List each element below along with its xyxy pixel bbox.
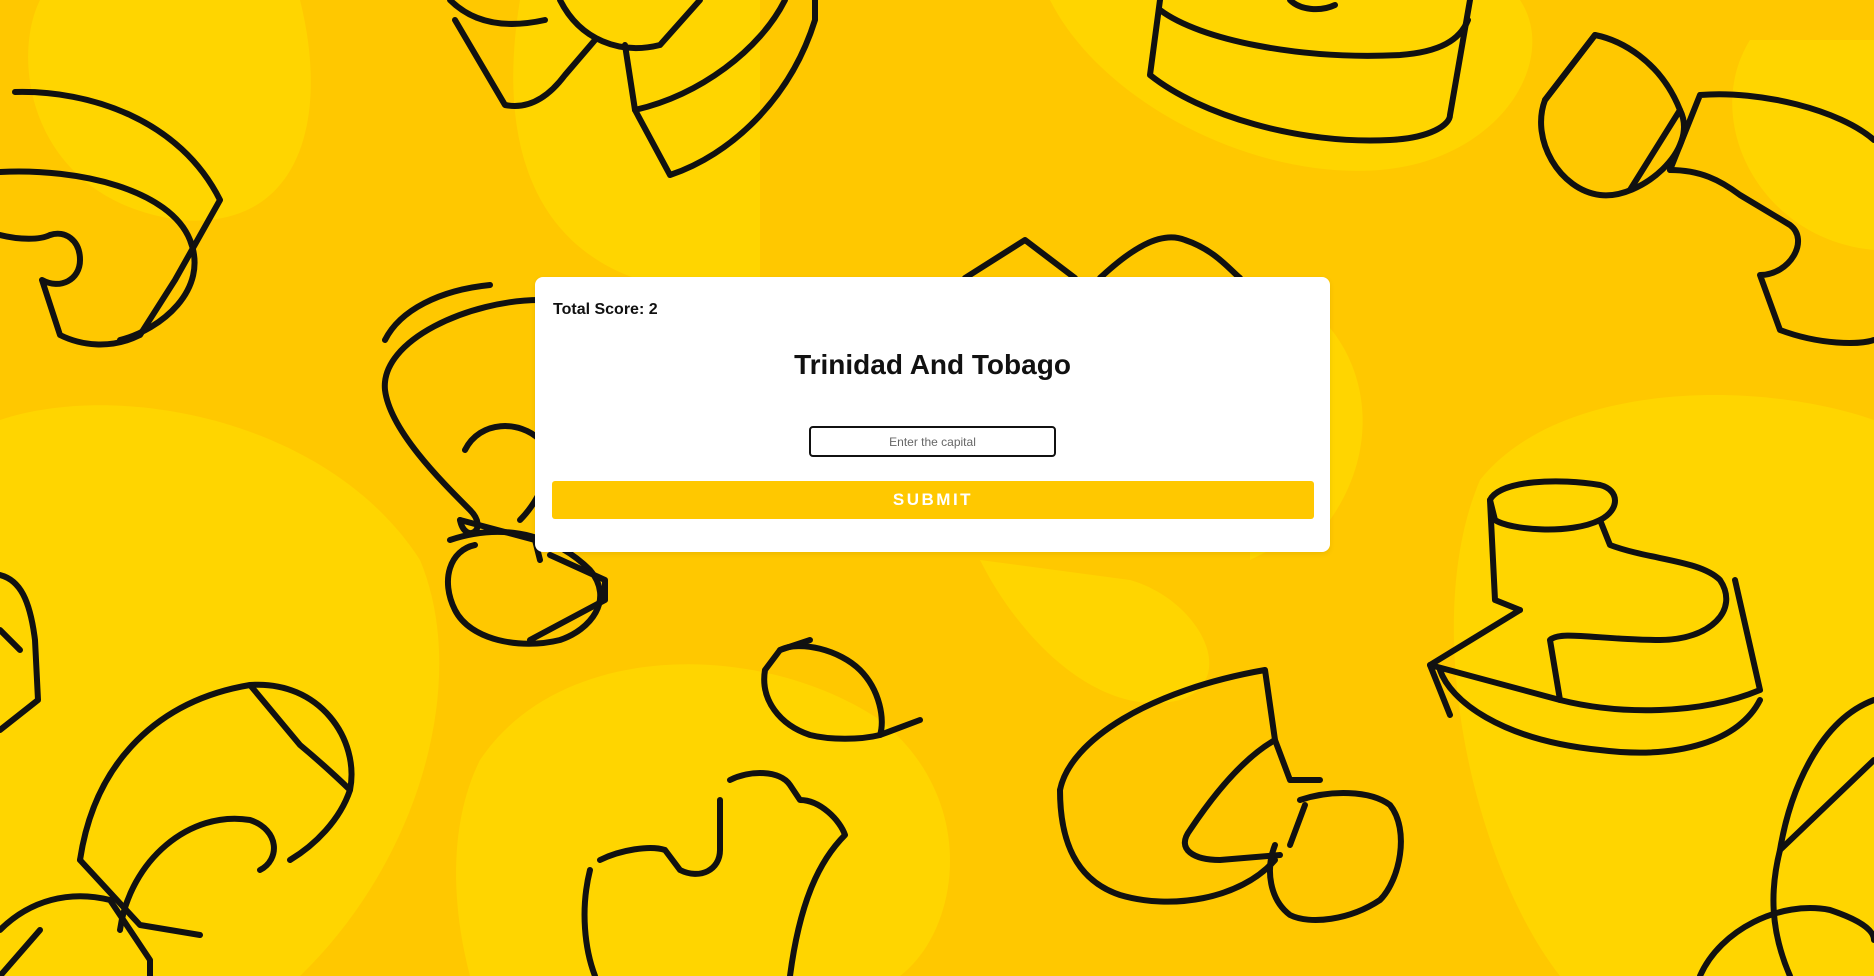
total-score: Total Score: 2 <box>553 301 658 318</box>
capital-input[interactable] <box>809 426 1056 457</box>
quiz-card: Total Score: 2 Trinidad And Tobago SUBMI… <box>535 277 1330 552</box>
submit-button[interactable]: SUBMIT <box>552 481 1314 519</box>
country-name: Trinidad And Tobago <box>794 349 1071 380</box>
